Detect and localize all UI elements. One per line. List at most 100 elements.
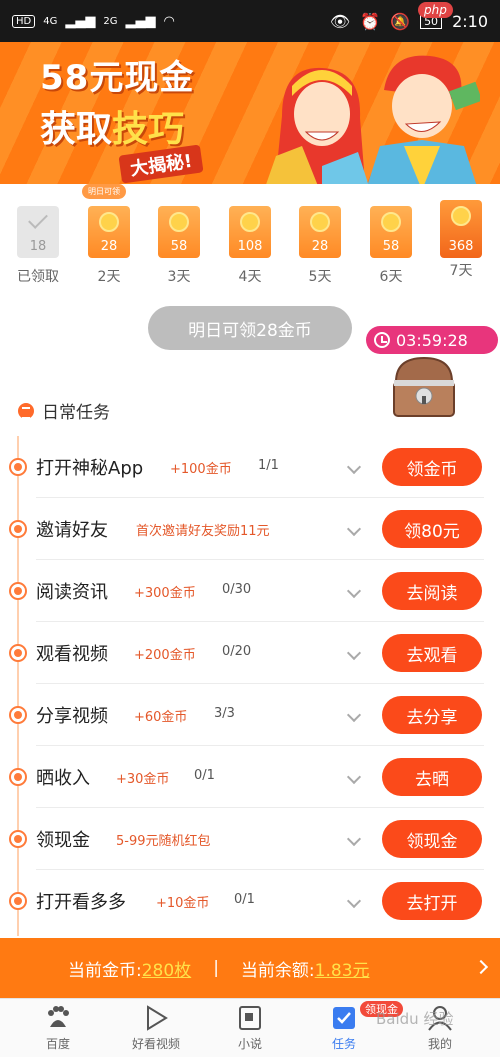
banner-subtitle-b: 技巧 [112, 109, 185, 150]
checkin-day-6: 58 6天 [370, 206, 412, 286]
checkin-day-7: 368 7天 [440, 200, 482, 280]
task-progress: 3/3 [214, 706, 235, 721]
promo-banner[interactable]: 58元现金 获取技巧 大揭秘! [0, 42, 500, 184]
task-name: 阅读资讯 [36, 582, 108, 603]
checkin-day-2: 28 2天 [88, 206, 130, 286]
nav-label: 好看视频 [131, 1037, 180, 1051]
coins-label: 当前金币: [68, 960, 142, 981]
task-action-button[interactable]: 去观看 [382, 634, 482, 672]
task-reward: +100金币 [170, 462, 232, 477]
signal-4g-icon: 4G [43, 15, 58, 27]
play-icon [9, 644, 27, 662]
checkin-value: 18 [29, 239, 47, 254]
task-name: 晒收入 [36, 768, 90, 789]
status-right: 👁 ⏰ 🔕 50 2:10 [330, 12, 488, 31]
task-reward: +30金币 [116, 772, 170, 787]
signal-bars-icon: ▂▄▆ [65, 13, 96, 29]
boy-illustration [367, 55, 480, 184]
chevron-down-icon[interactable] [346, 645, 362, 661]
banner-subtitle-a: 获取 [40, 109, 113, 150]
task-name: 邀请好友 [36, 520, 108, 541]
app-icon [9, 458, 27, 476]
play-icon [147, 1005, 168, 1031]
task-reward: +200金币 [134, 648, 196, 663]
balance-bar[interactable]: 当前金币: 280枚 | 当前余额: 1.83元 [0, 938, 500, 998]
signal-2g-icon: 2G [103, 15, 118, 27]
balance-value: 1.83元 [314, 960, 370, 981]
task-progress: 0/30 [222, 582, 252, 597]
task-row: 阅读资讯 +300金币 0/30 去阅读 [0, 560, 500, 622]
task-reward: 首次邀请好友奖励11元 [136, 524, 270, 539]
target-icon [9, 892, 27, 910]
person-icon [9, 520, 27, 538]
tomorrow-reward-button[interactable]: 明日可领28金币 [148, 306, 352, 350]
coin-icon [381, 212, 401, 232]
task-action-button[interactable]: 去晒 [382, 758, 482, 796]
task-action-button[interactable]: 去阅读 [382, 572, 482, 610]
task-name: 观看视频 [36, 644, 108, 665]
clock-icon [374, 332, 390, 348]
baidu-watermark: Baidu 经验 [376, 1010, 454, 1028]
checkin-day-4: 108 4天 [229, 206, 271, 286]
checkin-box: 108 [229, 206, 271, 258]
checkin-box: 28 [299, 206, 341, 258]
paw-icon [48, 1006, 69, 1027]
checkin-value: 368 [448, 239, 474, 254]
task-action-button[interactable]: 领金币 [382, 448, 482, 486]
task-action-button[interactable]: 领现金 [382, 820, 482, 858]
task-reward: +60金币 [134, 710, 188, 725]
coin-icon [169, 212, 189, 232]
task-progress: 0/1 [194, 768, 215, 783]
coin-icon [451, 206, 471, 226]
coins-value: 280枚 [141, 960, 192, 981]
list-icon [18, 402, 34, 419]
checkin-label: 已领取 [17, 269, 59, 285]
chevron-down-icon[interactable] [346, 831, 362, 847]
status-left: HD 4G ▂▄▆ 2G ▂▄▆ ◠ [12, 14, 175, 29]
task-center-page: HD 4G ▂▄▆ 2G ▂▄▆ ◠ 👁 ⏰ 🔕 50 2:10 php 58元… [0, 0, 500, 1057]
task-action-button[interactable]: 领80元 [382, 510, 482, 548]
task-action-button[interactable]: 去分享 [382, 696, 482, 734]
task-row: 邀请好友 首次邀请好友奖励11元 领80元 [0, 498, 500, 560]
signal-bars-icon-2: ▂▄▆ [125, 13, 156, 29]
nav-item-novel[interactable]: 小说 [210, 1005, 290, 1052]
chevron-down-icon[interactable] [346, 583, 362, 599]
task-action-button[interactable]: 去打开 [382, 882, 482, 920]
countdown-timer[interactable]: 03:59:28 [366, 326, 498, 354]
checkin-box: 28 [88, 206, 130, 258]
section-title-text: 日常任务 [42, 403, 110, 423]
coin-icon [99, 212, 119, 232]
task-row: 分享视频 +60金币 3/3 去分享 [0, 684, 500, 746]
checkin-day-1: 18 已领取 [17, 206, 59, 286]
checkin-label: 6天 [379, 269, 403, 285]
clock-time: 2:10 [452, 11, 488, 31]
bar-divider: | [213, 958, 219, 978]
task-progress: 0/1 [234, 892, 255, 907]
task-name: 领现金 [36, 830, 90, 851]
nav-label: 我的 [427, 1037, 452, 1051]
checkin-box: 58 [370, 206, 412, 258]
chevron-down-icon[interactable] [346, 521, 362, 537]
task-reward: +300金币 [134, 586, 196, 601]
task-progress: 0/20 [222, 644, 252, 659]
chevron-down-icon[interactable] [346, 707, 362, 723]
checkin-label: 4天 [238, 269, 262, 285]
chevron-down-icon[interactable] [346, 459, 362, 475]
task-name: 分享视频 [36, 706, 108, 727]
task-row: 晒收入 +30金币 0/1 去晒 [0, 746, 500, 808]
book-icon [239, 1006, 261, 1030]
checkin-day-3: 58 3天 [158, 206, 200, 286]
checkin-value: 108 [237, 239, 263, 254]
nav-item-baidu[interactable]: 百度 [18, 1005, 98, 1052]
mute-icon: 🔕 [390, 11, 411, 31]
nav-item-haokan[interactable]: 好看视频 [116, 1005, 196, 1052]
chevron-down-icon[interactable] [346, 893, 362, 909]
chevron-down-icon[interactable] [346, 769, 362, 785]
treasure-chest-icon[interactable] [388, 354, 460, 420]
task-row: 打开神秘App +100金币 1/1 领金币 [0, 436, 500, 498]
nav-label: 百度 [45, 1037, 70, 1051]
php-logo: php [418, 2, 453, 18]
tomorrow-tag: 明日可领 [82, 184, 126, 199]
checkin-label: 3天 [167, 269, 191, 285]
task-row: 打开看多多 +10金币 0/1 去打开 [0, 870, 500, 932]
